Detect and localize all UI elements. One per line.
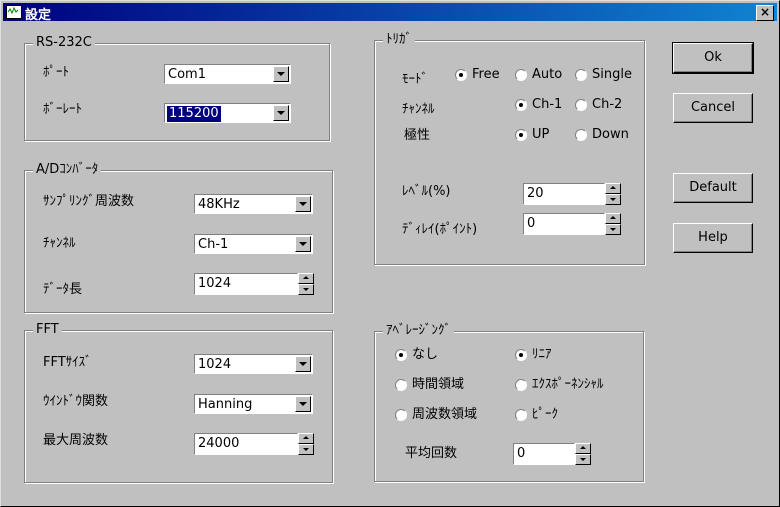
trigger-level-down-icon[interactable] xyxy=(605,194,621,205)
baud-combo[interactable]: 115200 xyxy=(164,103,291,123)
data-length-label: ﾃﾞｰﾀ長 xyxy=(43,282,83,297)
radio-selected-icon xyxy=(515,349,527,361)
default-button[interactable]: Default xyxy=(673,173,753,203)
channel-ch1-label: Ch-1 xyxy=(532,97,563,112)
fft-size-combo[interactable]: 1024 xyxy=(194,354,313,374)
settings-dialog: 設定 × RS-232C ﾎﾟｰﾄ Com1 ﾎﾞｰﾚｰﾄ 115200 A/D… xyxy=(0,0,780,507)
data-length-value: 1024 xyxy=(198,276,232,291)
avg-none-label: なし xyxy=(412,347,439,362)
trigger-level-spinner[interactable]: 20 xyxy=(523,183,621,205)
ok-button[interactable]: Ok xyxy=(672,42,754,74)
avg-time-domain-label: 時間領域 xyxy=(412,377,465,392)
adc-channel-dropdown-arrow-icon[interactable] xyxy=(295,236,311,252)
avg-count-up-icon[interactable] xyxy=(575,443,591,454)
avg-exponential-label: ｴｸｽﾎﾟｰﾈﾝｼｬﾙ xyxy=(532,377,604,392)
window-function-label: ｳｲﾝﾄﾞｳ関数 xyxy=(43,394,109,409)
avg-count-down-icon[interactable] xyxy=(575,454,591,465)
port-combo[interactable]: Com1 xyxy=(164,64,291,84)
data-length-spinner[interactable]: 1024 xyxy=(194,273,314,295)
sampling-rate-dropdown-arrow-icon[interactable] xyxy=(295,196,311,212)
trigger-group-title: ﾄﾘｶﾞ xyxy=(383,32,415,48)
fft-size-dropdown-arrow-icon[interactable] xyxy=(295,356,311,372)
trigger-channel-label: ﾁｬﾝﾈﾙ xyxy=(402,102,435,117)
radio-selected-icon xyxy=(395,349,407,361)
mode-auto-label: Auto xyxy=(532,67,563,82)
adc-channel-value: Ch-1 xyxy=(198,237,229,252)
avg-count-field[interactable]: 0 xyxy=(513,443,575,465)
averaging-group-title: ｱﾍﾞﾚｰｼﾞﾝｸﾞ xyxy=(383,323,454,339)
trigger-delay-up-icon[interactable] xyxy=(605,213,621,224)
adc-channel-label: ﾁｬﾝﾈﾙ xyxy=(43,236,76,251)
trigger-level-up-icon[interactable] xyxy=(605,183,621,194)
adc-channel-combo[interactable]: Ch-1 xyxy=(194,234,313,254)
trigger-delay-value: 0 xyxy=(527,216,536,231)
rs232c-group: RS-232C xyxy=(24,35,330,141)
title-bar[interactable]: 設定 × xyxy=(3,3,777,23)
radio-icon xyxy=(395,379,407,391)
baud-value: 115200 xyxy=(166,105,222,123)
baud-dropdown-arrow-icon[interactable] xyxy=(273,105,289,121)
baud-label: ﾎﾞｰﾚｰﾄ xyxy=(43,102,82,117)
max-frequency-spinner[interactable]: 24000 xyxy=(194,433,314,455)
max-frequency-label: 最大周波数 xyxy=(43,433,109,448)
trigger-delay-down-icon[interactable] xyxy=(605,224,621,235)
fft-group-title: FFT xyxy=(33,322,62,338)
sampling-rate-combo[interactable]: 48KHz xyxy=(194,194,313,214)
fft-size-value: 1024 xyxy=(198,357,232,372)
avg-linear-label: ﾘﾆｱ xyxy=(532,347,552,362)
radio-selected-icon xyxy=(515,129,527,141)
channel-ch2-label: Ch-2 xyxy=(592,97,623,112)
app-icon xyxy=(6,5,22,19)
port-dropdown-arrow-icon[interactable] xyxy=(273,66,289,82)
window-title: 設定 xyxy=(25,8,52,23)
close-button[interactable]: × xyxy=(756,5,774,21)
trigger-delay-label: ﾃﾞｨﾚｲ(ﾎﾟｲﾝﾄ) xyxy=(402,222,478,237)
radio-icon xyxy=(575,129,587,141)
sampling-rate-value: 48KHz xyxy=(198,197,240,212)
max-frequency-value: 24000 xyxy=(198,436,240,451)
port-value: Com1 xyxy=(168,67,206,82)
fft-size-label: FFTｻｲｽﾞ xyxy=(43,355,92,370)
trigger-mode-label: ﾓｰﾄﾞ xyxy=(402,72,428,87)
mode-free-label: Free xyxy=(472,67,500,82)
radio-icon xyxy=(515,69,527,81)
radio-icon xyxy=(515,409,527,421)
polarity-label: 極性 xyxy=(404,128,431,143)
polarity-down-label: Down xyxy=(592,127,629,142)
max-frequency-field[interactable]: 24000 xyxy=(194,433,298,455)
window-function-dropdown-arrow-icon[interactable] xyxy=(295,396,311,412)
data-length-down-icon[interactable] xyxy=(298,284,314,295)
rs232c-group-title: RS-232C xyxy=(33,35,95,51)
polarity-up-label: UP xyxy=(532,127,550,142)
trigger-delay-field[interactable]: 0 xyxy=(523,213,605,235)
data-length-field[interactable]: 1024 xyxy=(194,273,298,295)
radio-icon xyxy=(575,69,587,81)
radio-selected-icon xyxy=(455,69,467,81)
avg-count-value: 0 xyxy=(517,446,526,461)
radio-icon xyxy=(395,409,407,421)
cancel-button[interactable]: Cancel xyxy=(673,93,753,123)
trigger-level-label: ﾚﾍﾞﾙ(%) xyxy=(402,184,451,199)
max-frequency-up-icon[interactable] xyxy=(298,433,314,444)
adc-group-title: A/Dｺﾝﾊﾞｰﾀ xyxy=(33,162,102,178)
avg-peak-label: ﾋﾟｰｸ xyxy=(532,407,558,422)
trigger-delay-spinner[interactable]: 0 xyxy=(523,213,621,235)
radio-selected-icon xyxy=(515,99,527,111)
trigger-level-value: 20 xyxy=(527,186,544,201)
avg-frequency-domain-label: 周波数領域 xyxy=(412,407,478,422)
max-frequency-down-icon[interactable] xyxy=(298,444,314,455)
window-function-value: Hanning xyxy=(198,397,253,412)
avg-count-spinner[interactable]: 0 xyxy=(513,443,591,465)
radio-icon xyxy=(515,379,527,391)
radio-icon xyxy=(575,99,587,111)
avg-count-label: 平均回数 xyxy=(405,446,458,461)
port-label: ﾎﾟｰﾄ xyxy=(43,65,69,80)
window-function-combo[interactable]: Hanning xyxy=(194,394,313,414)
data-length-up-icon[interactable] xyxy=(298,273,314,284)
sampling-rate-label: ｻﾝﾌﾟﾘﾝｸﾞ周波数 xyxy=(43,194,135,209)
mode-single-label: Single xyxy=(592,67,632,82)
help-button[interactable]: Help xyxy=(673,223,753,253)
trigger-level-field[interactable]: 20 xyxy=(523,183,605,205)
